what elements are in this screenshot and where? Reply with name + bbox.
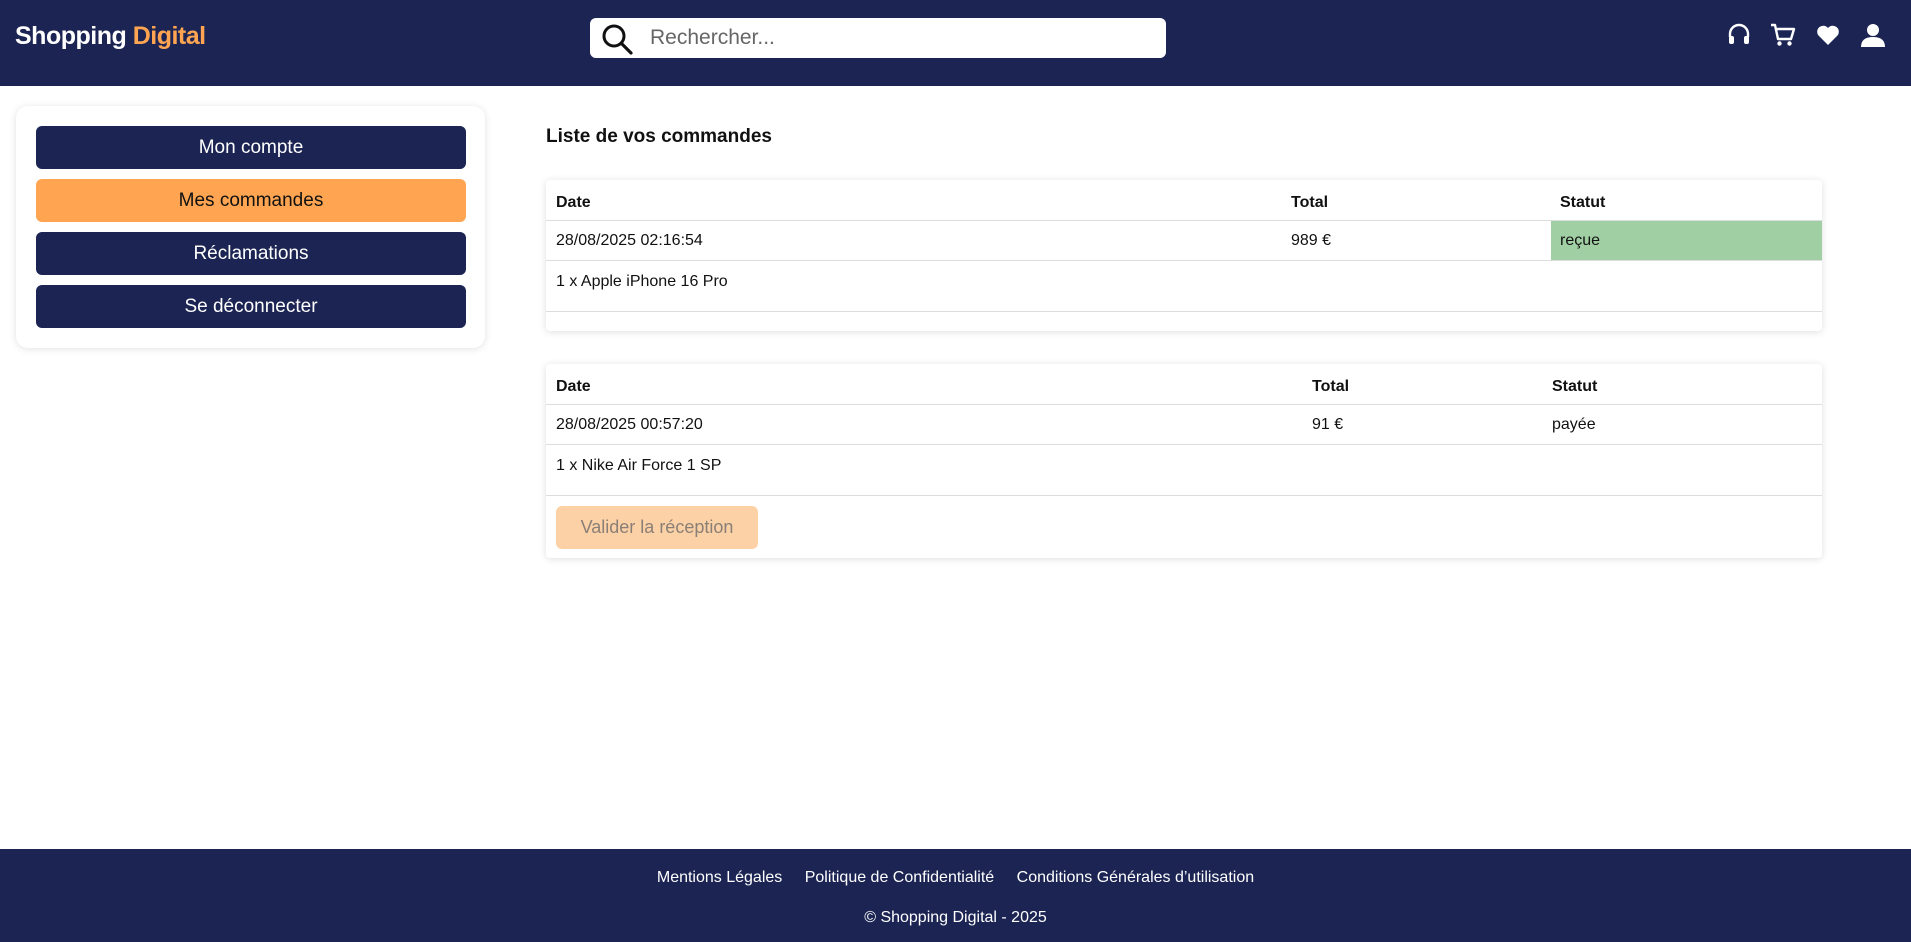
column-header-date: Date bbox=[556, 194, 591, 211]
column-header-total: Total bbox=[1291, 194, 1329, 211]
site-logo[interactable]: Shopping Digital bbox=[15, 22, 206, 51]
sidebar-item-mes-commandes[interactable]: Mes commandes bbox=[36, 179, 466, 222]
order-total: 989 € bbox=[1291, 232, 1332, 249]
order-date: 28/08/2025 02:16:54 bbox=[556, 232, 703, 249]
order-items: 1 x Apple iPhone 16 Pro bbox=[556, 273, 728, 290]
footer-link-politique-confidentialite[interactable]: Politique de Confidentialité bbox=[805, 869, 994, 886]
cart-icon[interactable] bbox=[1770, 22, 1796, 48]
footer-link-conditions-generales[interactable]: Conditions Générales d’utilisation bbox=[1017, 869, 1254, 886]
validate-reception-button[interactable]: Valider la réception bbox=[556, 506, 758, 549]
page-title: Liste de vos commandes bbox=[546, 126, 772, 147]
column-header-status: Statut bbox=[1560, 194, 1606, 211]
logo-main: Shopping bbox=[15, 22, 127, 50]
headset-icon[interactable] bbox=[1726, 22, 1752, 48]
status-badge: reçue bbox=[1560, 232, 1601, 249]
sidebar-item-mon-compte[interactable]: Mon compte bbox=[36, 126, 466, 169]
user-icon[interactable] bbox=[1860, 22, 1886, 48]
search-icon[interactable] bbox=[600, 22, 634, 56]
divider bbox=[546, 495, 1822, 496]
search-input[interactable] bbox=[650, 24, 1150, 52]
divider bbox=[546, 404, 1822, 405]
divider bbox=[546, 444, 1822, 445]
order-date: 28/08/2025 00:57:20 bbox=[556, 416, 703, 433]
site-footer: Mentions Légales Politique de Confidenti… bbox=[0, 849, 1911, 942]
footer-links: Mentions Légales Politique de Confidenti… bbox=[0, 869, 1911, 887]
status-badge: payée bbox=[1552, 416, 1596, 433]
account-sidebar: Mon compte Mes commandes Réclamations Se… bbox=[16, 106, 485, 348]
order-items: 1 x Nike Air Force 1 SP bbox=[556, 457, 722, 474]
search-bar bbox=[590, 18, 1166, 58]
order-card: Date Total Statut 28/08/2025 00:57:20 91… bbox=[546, 364, 1822, 558]
footer-link-mentions-legales[interactable]: Mentions Légales bbox=[657, 869, 782, 886]
order-total: 91 € bbox=[1312, 416, 1344, 433]
sidebar-item-se-deconnecter[interactable]: Se déconnecter bbox=[36, 285, 466, 328]
column-header-total: Total bbox=[1312, 378, 1350, 395]
top-header: Shopping Digital bbox=[0, 0, 1911, 86]
column-header-status: Statut bbox=[1552, 378, 1598, 395]
logo-accent: Digital bbox=[132, 22, 206, 50]
heart-icon[interactable] bbox=[1815, 22, 1841, 48]
divider bbox=[546, 311, 1822, 312]
divider bbox=[546, 260, 1822, 261]
copyright-text: © Shopping Digital - 2025 bbox=[864, 909, 1047, 926]
order-card: Date Total Statut 28/08/2025 02:16:54 98… bbox=[546, 180, 1822, 331]
column-header-date: Date bbox=[556, 378, 591, 395]
sidebar-item-reclamations[interactable]: Réclamations bbox=[36, 232, 466, 275]
